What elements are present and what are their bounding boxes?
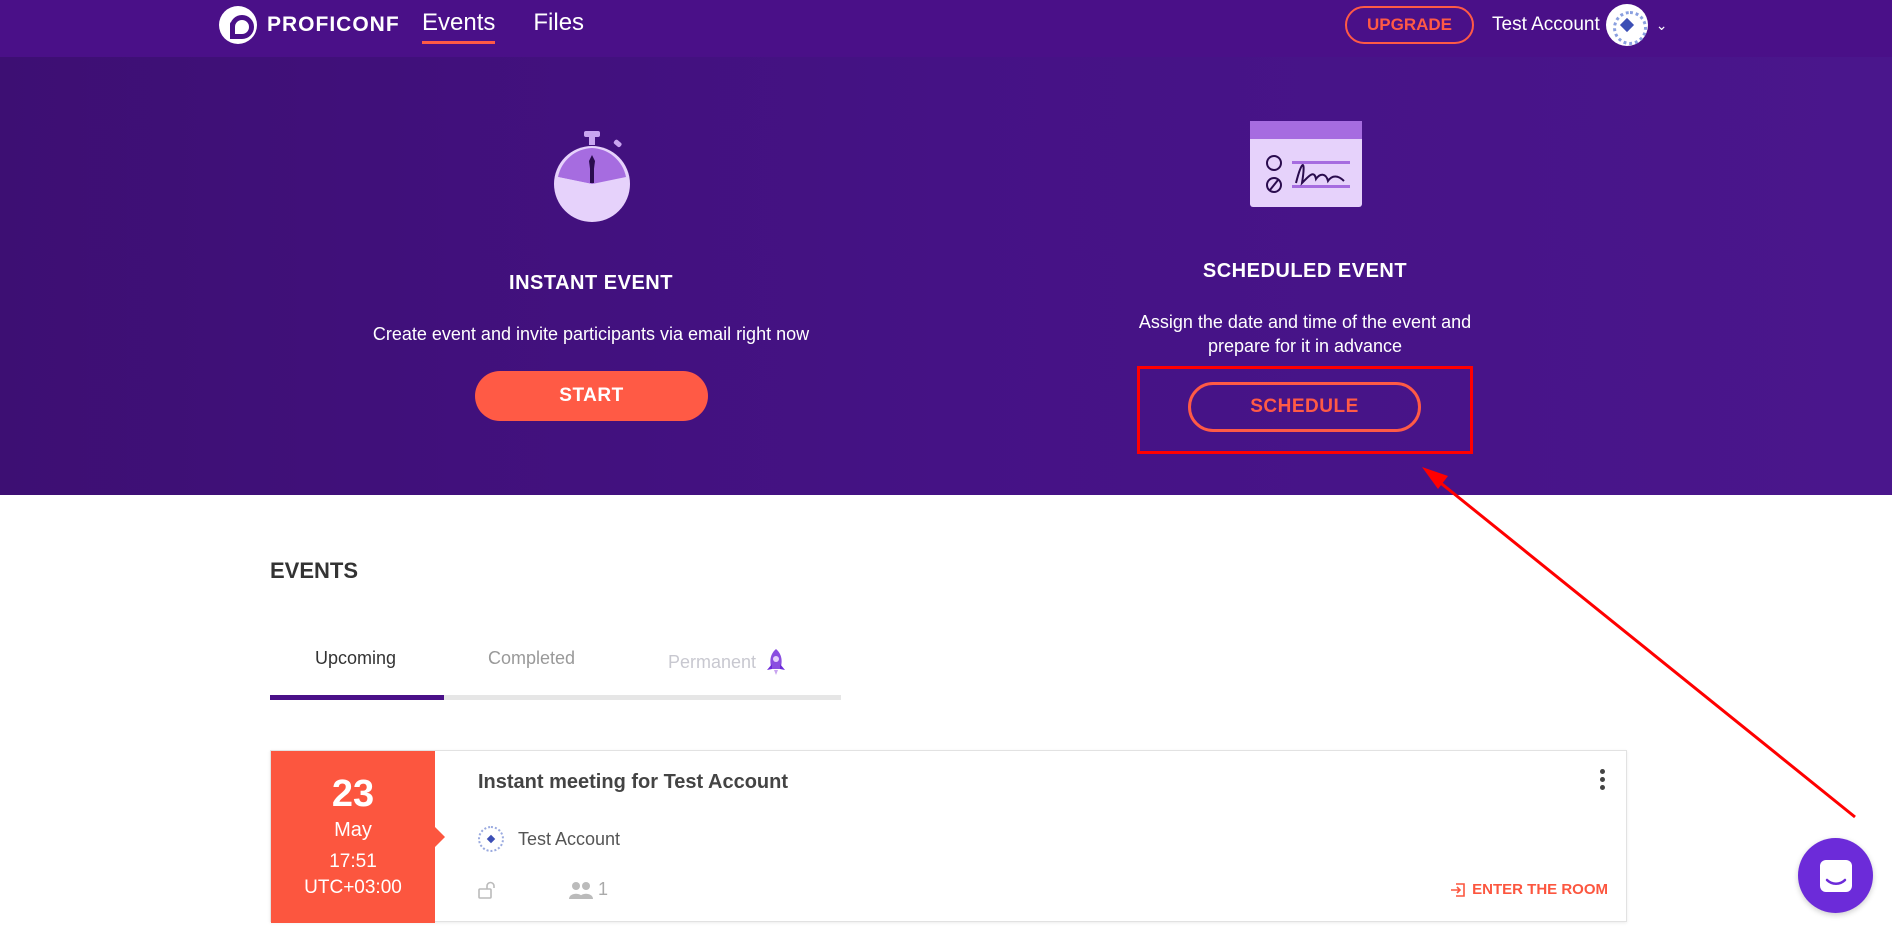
tab-permanent-label: Permanent (668, 651, 757, 672)
chat-widget-button[interactable] (1798, 838, 1873, 913)
logo-icon (219, 6, 257, 44)
instant-event-description: Create event and invite participants via… (372, 324, 810, 344)
stopwatch-icon (554, 131, 630, 222)
tab-completed[interactable]: Completed (488, 648, 575, 669)
nav-files[interactable]: Files (533, 9, 584, 44)
enter-icon (1451, 882, 1465, 897)
avatar (1605, 4, 1648, 46)
events-tabs: Upcoming Completed Permanent (270, 640, 841, 700)
main-nav: Events Files (422, 9, 584, 44)
unlock-icon (478, 881, 495, 899)
proficonf-logo[interactable]: PROFICONF (219, 6, 400, 44)
start-button[interactable]: START (475, 371, 708, 421)
create-event-hero: INSTANT EVENT Create event and invite pa… (0, 57, 1892, 495)
tab-upcoming[interactable]: Upcoming (315, 648, 396, 669)
scheduled-event-title: SCHEDULED EVENT (1202, 260, 1408, 282)
enter-room-button[interactable]: ENTER THE ROOM (1450, 881, 1608, 898)
logo-text: PROFICONF (267, 13, 400, 36)
host-avatar (478, 826, 504, 852)
more-options-icon[interactable] (1600, 769, 1606, 791)
active-tab-indicator (270, 695, 444, 700)
instant-event-title: INSTANT EVENT (509, 272, 673, 294)
event-day: 23 (331, 773, 375, 815)
tab-permanent[interactable]: Permanent (668, 648, 788, 676)
top-navigation-bar: PROFICONF Events Files UPGRADE Test Acco… (0, 0, 1892, 57)
chevron-down-icon: ⌄ (1655, 16, 1668, 33)
account-menu[interactable]: Test Account ⌄ (1492, 4, 1667, 46)
event-host: Test Account (478, 826, 620, 852)
event-title[interactable]: Instant meeting for Test Account (478, 771, 788, 794)
participants-count: 1 (568, 879, 608, 900)
rocket-icon (767, 649, 786, 675)
host-name: Test Account (518, 828, 621, 849)
nav-events[interactable]: Events (422, 9, 496, 44)
events-heading: EVENTS (270, 558, 359, 583)
signature-document-icon (1250, 121, 1362, 207)
users-icon (569, 881, 593, 899)
account-name: Test Account (1492, 14, 1600, 35)
scheduled-event-description: Assign the date and time of the event an… (1138, 312, 1472, 356)
event-month: May (334, 819, 372, 841)
upgrade-button[interactable]: UPGRADE (1345, 6, 1474, 44)
annotation-highlight-box (1137, 366, 1473, 454)
event-timezone: UTC+03:00 (304, 877, 402, 898)
event-time: 17:51 (329, 851, 377, 872)
chat-icon (1819, 859, 1852, 892)
event-date-block: 23 May 17:51 UTC+03:00 (271, 751, 445, 923)
event-card[interactable]: 23 May 17:51 UTC+03:00 Instant meeting f… (270, 750, 1627, 923)
